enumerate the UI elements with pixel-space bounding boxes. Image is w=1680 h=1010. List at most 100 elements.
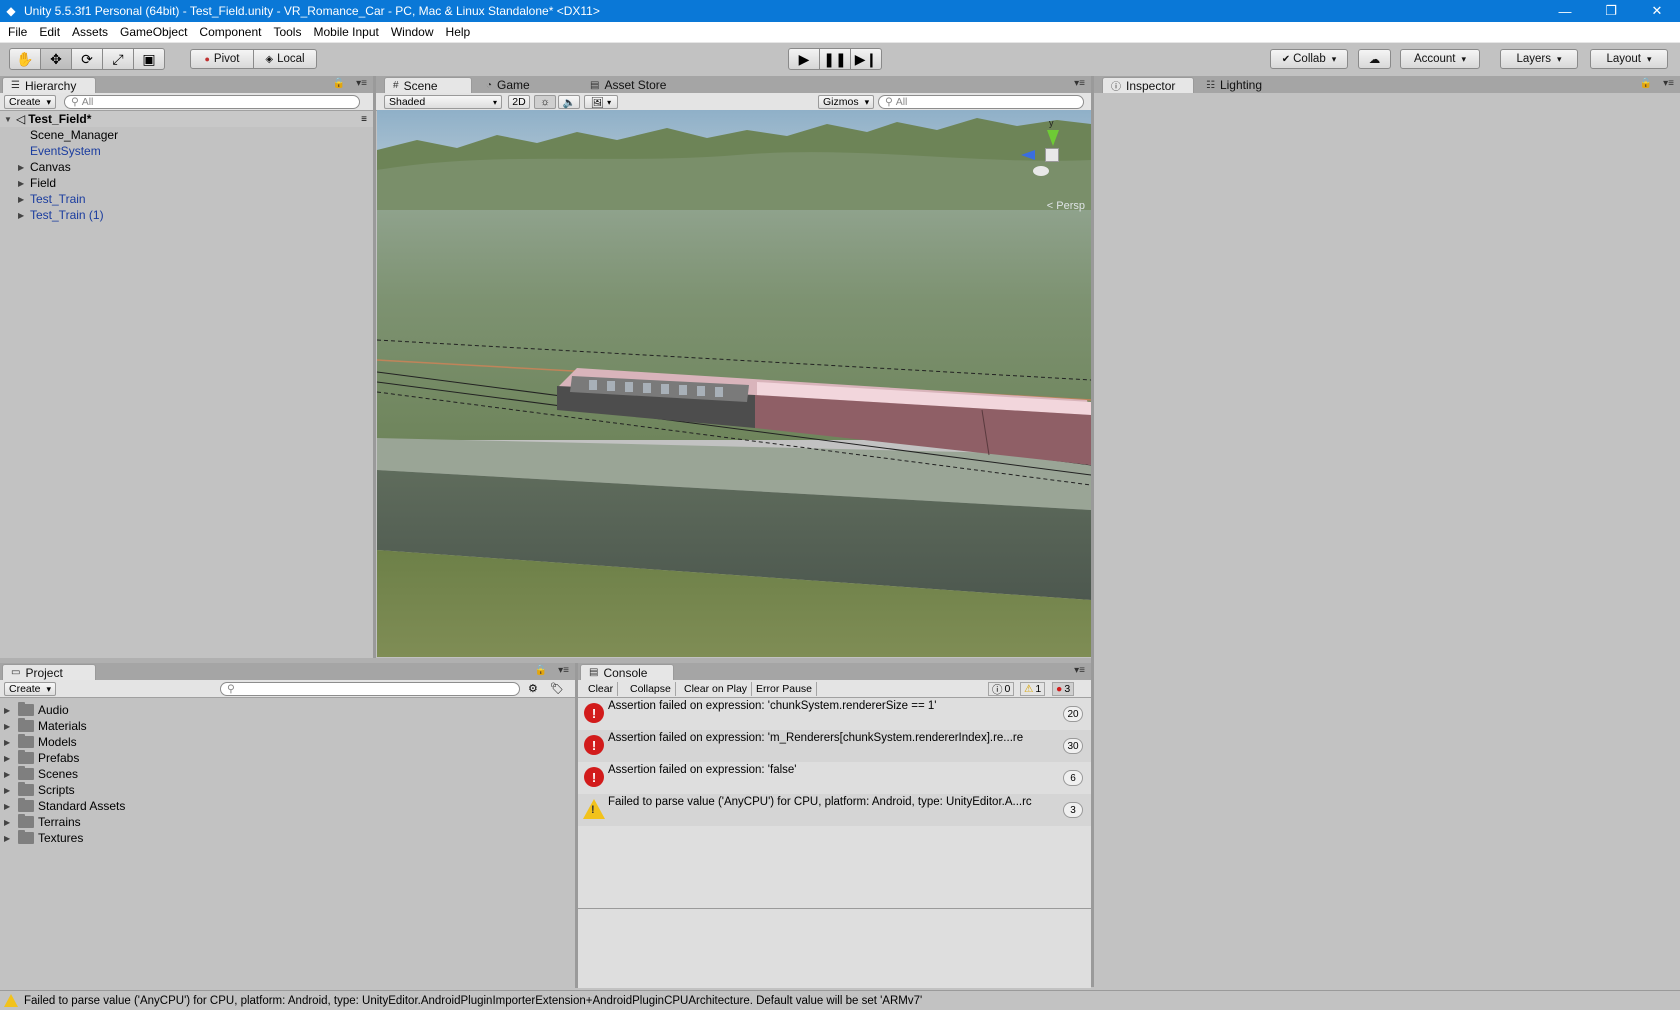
panel-menu-icon[interactable]: ▾≡ xyxy=(1074,665,1085,676)
tab-asset-store[interactable]: ▤ Asset Store xyxy=(582,77,674,93)
expand-arrow-icon[interactable]: ▶ xyxy=(4,754,16,763)
splitter-scene-inspector[interactable] xyxy=(1091,76,1094,987)
scene-root[interactable]: ▼ ◁ Test_Field* ≡ xyxy=(0,111,373,127)
tab-game[interactable]: ◔ Game xyxy=(478,77,538,93)
move-tool-icon[interactable]: ✥ xyxy=(40,48,72,70)
expand-arrow-icon[interactable]: ▶ xyxy=(18,211,30,220)
local-button[interactable]: ◈ Local xyxy=(253,49,317,69)
lighting-toggle[interactable]: ☼ xyxy=(534,95,556,109)
warning-count-toggle[interactable]: ⚠ 1 xyxy=(1020,682,1046,696)
project-folder[interactable]: ▶ Standard Assets xyxy=(4,798,125,814)
cloud-button[interactable]: ☁ xyxy=(1358,49,1391,69)
scale-tool-icon[interactable]: ⤢ xyxy=(102,48,134,70)
status-bar[interactable]: Failed to parse value ('AnyCPU') for CPU… xyxy=(0,990,1680,1010)
menu-file[interactable]: File xyxy=(2,22,33,43)
expand-arrow-icon[interactable]: ▶ xyxy=(18,163,30,172)
menu-gameobject[interactable]: GameObject xyxy=(114,22,193,43)
project-folder[interactable]: ▶ Materials xyxy=(4,718,87,734)
menu-assets[interactable]: Assets xyxy=(66,22,114,43)
expand-arrow-icon[interactable]: ▶ xyxy=(4,722,16,731)
lock-icon[interactable]: 🔒 xyxy=(1640,78,1652,89)
expand-arrow-icon[interactable]: ▼ xyxy=(4,115,16,124)
hierarchy-item[interactable]: Scene_Manager xyxy=(30,127,118,143)
project-folder[interactable]: ▶ Scripts xyxy=(4,782,75,798)
project-folder[interactable]: ▶ Audio xyxy=(4,702,69,718)
menu-help[interactable]: Help xyxy=(440,22,477,43)
hierarchy-item[interactable]: ▶ Test_Train (1) xyxy=(18,207,104,223)
splitter-hierarchy-scene[interactable] xyxy=(373,76,376,658)
tab-scene[interactable]: # Scene xyxy=(384,77,472,93)
gizmo-x-cone-icon[interactable] xyxy=(1033,166,1049,176)
project-folder[interactable]: ▶ Textures xyxy=(4,830,83,846)
restore-icon[interactable]: ❐ xyxy=(1588,0,1634,22)
layers-dropdown[interactable]: Layers xyxy=(1500,49,1578,69)
expand-arrow-icon[interactable]: ▶ xyxy=(18,179,30,188)
gizmos-dropdown[interactable]: Gizmos xyxy=(818,95,875,109)
tab-console[interactable]: ▤ Console xyxy=(580,664,674,680)
expand-arrow-icon[interactable]: ▶ xyxy=(18,195,30,204)
splitter-top-bottom[interactable] xyxy=(0,658,1091,663)
project-folder[interactable]: ▶ Terrains xyxy=(4,814,81,830)
panel-menu-icon[interactable]: ▾≡ xyxy=(1663,78,1674,89)
step-icon[interactable]: ▶❙ xyxy=(850,48,882,70)
hierarchy-item[interactable]: EventSystem xyxy=(30,143,101,159)
panel-menu-icon[interactable]: ▾≡ xyxy=(356,78,367,89)
scene-gizmo[interactable]: y xyxy=(1013,118,1073,188)
console-entry[interactable]: ! Assertion failed on expression: 'm_Ren… xyxy=(578,730,1091,762)
play-icon[interactable]: ▶ xyxy=(788,48,820,70)
mode-2d-toggle[interactable]: 2D xyxy=(508,95,530,109)
error-pause-button[interactable]: Error Pause xyxy=(752,682,818,696)
clear-on-play-button[interactable]: Clear on Play xyxy=(680,682,753,696)
lock-icon[interactable]: 🔒 xyxy=(535,665,547,676)
gizmo-z-cone-icon[interactable] xyxy=(1021,150,1035,160)
persp-label[interactable]: < Persp xyxy=(1047,200,1085,212)
pause-icon[interactable]: ❚❚ xyxy=(819,48,851,70)
gizmo-y-cone-icon[interactable] xyxy=(1047,130,1059,146)
shading-mode-dropdown[interactable]: Shaded ▾ xyxy=(384,95,502,109)
menu-tools[interactable]: Tools xyxy=(267,22,307,43)
menu-component[interactable]: Component xyxy=(193,22,267,43)
hand-tool-icon[interactable]: ✋ xyxy=(9,48,41,70)
lock-icon[interactable]: 🔒 xyxy=(333,78,345,89)
scene-search-input[interactable]: ⚲ All xyxy=(878,95,1084,109)
project-search-input[interactable]: ⚲ xyxy=(220,682,520,696)
scene-menu-icon[interactable]: ≡ xyxy=(361,114,367,125)
hierarchy-item[interactable]: ▶ Field xyxy=(18,175,56,191)
console-entry[interactable]: ! Assertion failed on expression: 'false… xyxy=(578,762,1091,794)
expand-arrow-icon[interactable]: ▶ xyxy=(4,786,16,795)
expand-arrow-icon[interactable]: ▶ xyxy=(4,706,16,715)
effects-dropdown[interactable]: 🖼 ▾ xyxy=(584,95,618,109)
menu-edit[interactable]: Edit xyxy=(33,22,66,43)
collapse-button[interactable]: Collapse xyxy=(626,682,676,696)
console-entry[interactable]: ! Failed to parse value ('AnyCPU') for C… xyxy=(578,794,1091,826)
tab-project[interactable]: ▭ Project xyxy=(2,664,96,680)
console-entry[interactable]: ! Assertion failed on expression: 'chunk… xyxy=(578,698,1091,730)
hierarchy-item[interactable]: ▶ Test_Train xyxy=(18,191,86,207)
panel-menu-icon[interactable]: ▾≡ xyxy=(1074,78,1085,89)
expand-arrow-icon[interactable]: ▶ xyxy=(4,834,16,843)
error-count-toggle[interactable]: ● 3 xyxy=(1052,682,1075,696)
expand-arrow-icon[interactable]: ▶ xyxy=(4,770,16,779)
tab-inspector[interactable]: ⓘ Inspector xyxy=(1102,77,1194,93)
close-icon[interactable]: ✕ xyxy=(1634,0,1680,22)
minimize-icon[interactable]: — xyxy=(1542,0,1588,22)
account-dropdown[interactable]: Account xyxy=(1400,49,1480,69)
menu-mobile-input[interactable]: Mobile Input xyxy=(307,22,384,43)
audio-toggle[interactable]: 🔈 xyxy=(558,95,580,109)
pivot-button[interactable]: ● Pivot xyxy=(190,49,254,69)
expand-arrow-icon[interactable]: ▶ xyxy=(4,738,16,747)
clear-button[interactable]: Clear xyxy=(584,682,619,696)
hierarchy-create-dropdown[interactable]: Create xyxy=(4,95,57,109)
menu-window[interactable]: Window xyxy=(385,22,440,43)
project-folder[interactable]: ▶ Scenes xyxy=(4,766,78,782)
console-splitter[interactable] xyxy=(578,908,1091,909)
rect-tool-icon[interactable]: ▣ xyxy=(133,48,165,70)
project-folder[interactable]: ▶ Models xyxy=(4,734,77,750)
expand-arrow-icon[interactable]: ▶ xyxy=(4,802,16,811)
scene-viewport[interactable]: y < Persp xyxy=(377,110,1091,657)
rotate-tool-icon[interactable]: ⟳ xyxy=(71,48,103,70)
project-create-dropdown[interactable]: Create xyxy=(4,682,57,696)
tab-hierarchy[interactable]: ☰ Hierarchy xyxy=(2,77,96,93)
tab-lighting[interactable]: ☷ Lighting xyxy=(1198,77,1270,93)
project-folder[interactable]: ▶ Prefabs xyxy=(4,750,79,766)
